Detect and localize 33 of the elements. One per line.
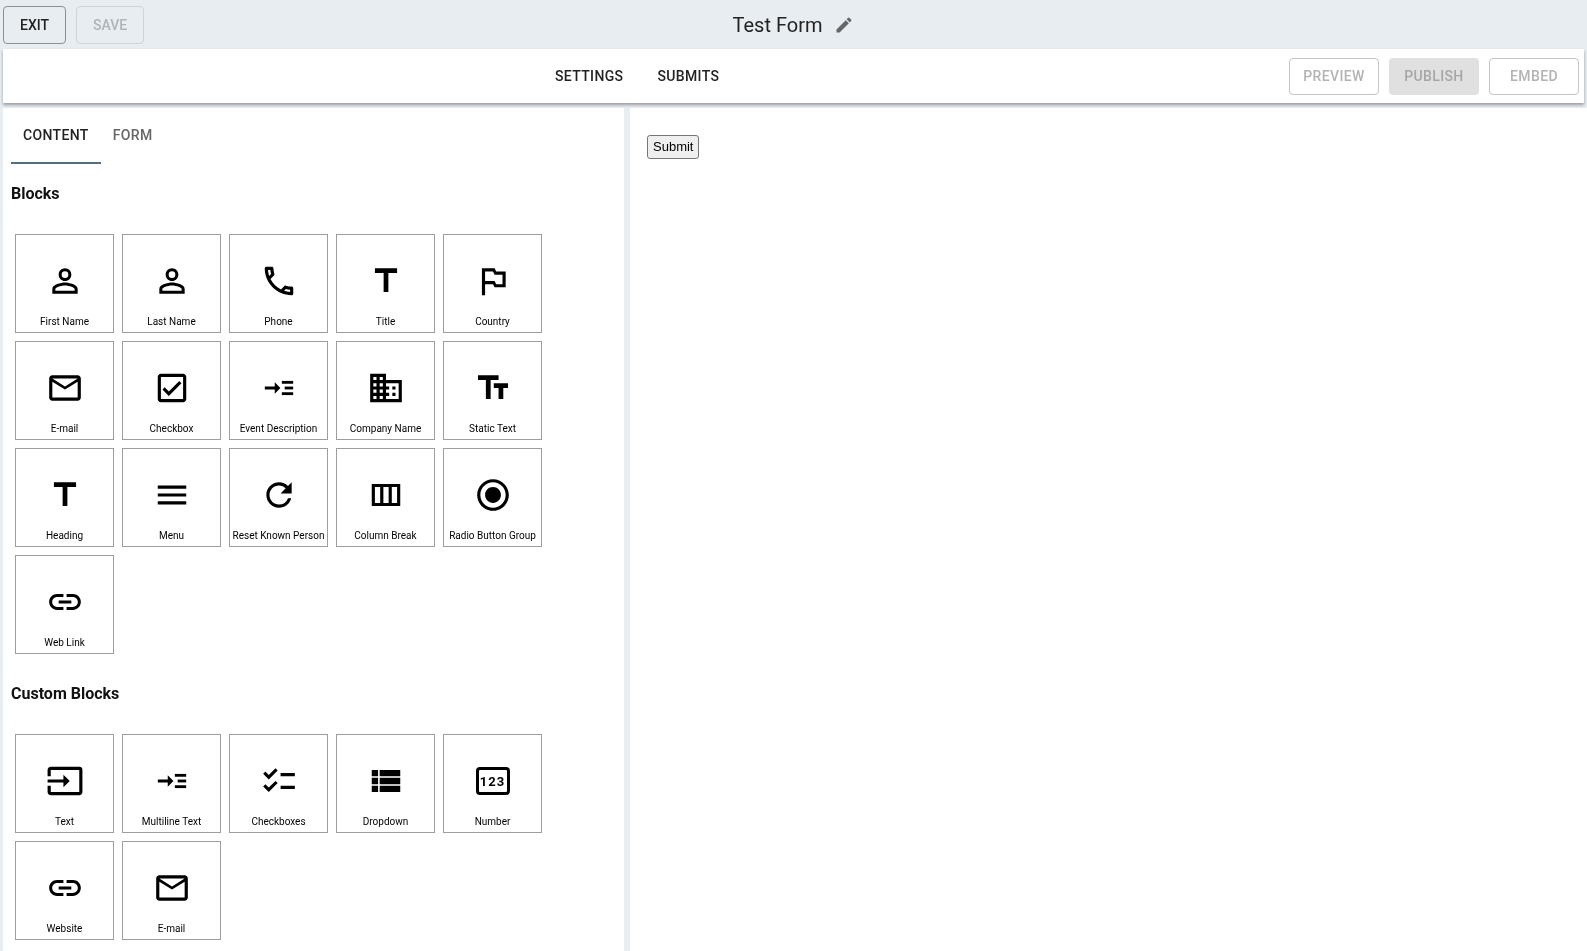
block-tile[interactable]: Checkboxes (229, 734, 328, 833)
submit-button[interactable]: Submit (647, 135, 700, 159)
block-tile[interactable]: Checkbox (122, 341, 221, 440)
section-heading: Blocks (11, 183, 61, 205)
block-tile[interactable]: Company Name (336, 341, 435, 440)
block-tile[interactable]: Static Text (443, 341, 542, 440)
block-tile[interactable]: Column Break (336, 448, 435, 547)
block-tile[interactable]: Event Description (229, 341, 328, 440)
block-tile[interactable]: E-mail (15, 341, 114, 440)
block-tile[interactable]: Phone (229, 234, 328, 333)
block-tile[interactable]: Reset Known Person (229, 448, 328, 547)
block-tile[interactable]: Multiline Text (122, 734, 221, 833)
block-tile[interactable]: Country (443, 234, 542, 333)
block-tile[interactable]: Last Name (122, 234, 221, 333)
block-tile[interactable]: Website (15, 841, 114, 940)
toolbar-tab[interactable]: SETTINGS (555, 66, 624, 86)
block-tile[interactable]: 123 Number (443, 734, 542, 833)
block-tile[interactable]: Text (15, 734, 114, 833)
block-tile[interactable]: Menu (122, 448, 221, 547)
form-title: Test Form (732, 11, 823, 39)
block-tile[interactable]: E-mail (122, 841, 221, 940)
block-tile[interactable]: Radio Button Group (443, 448, 542, 547)
section-heading: Custom Blocks (11, 683, 121, 705)
panel-tab[interactable]: FORM (100, 108, 165, 164)
block-tile[interactable]: Heading (15, 448, 114, 547)
block-tile[interactable]: Web Link (15, 555, 114, 654)
header-button[interactable]: EXIT (3, 5, 67, 44)
number-field-icon: 123 (475, 767, 510, 795)
block-tile[interactable]: First Name (15, 234, 114, 333)
block-tile[interactable]: Title (336, 234, 435, 333)
toolbar-tab[interactable]: SUBMITS (657, 66, 720, 86)
panel-tab[interactable]: CONTENT (11, 108, 101, 164)
block-tile[interactable]: Dropdown (336, 734, 435, 833)
